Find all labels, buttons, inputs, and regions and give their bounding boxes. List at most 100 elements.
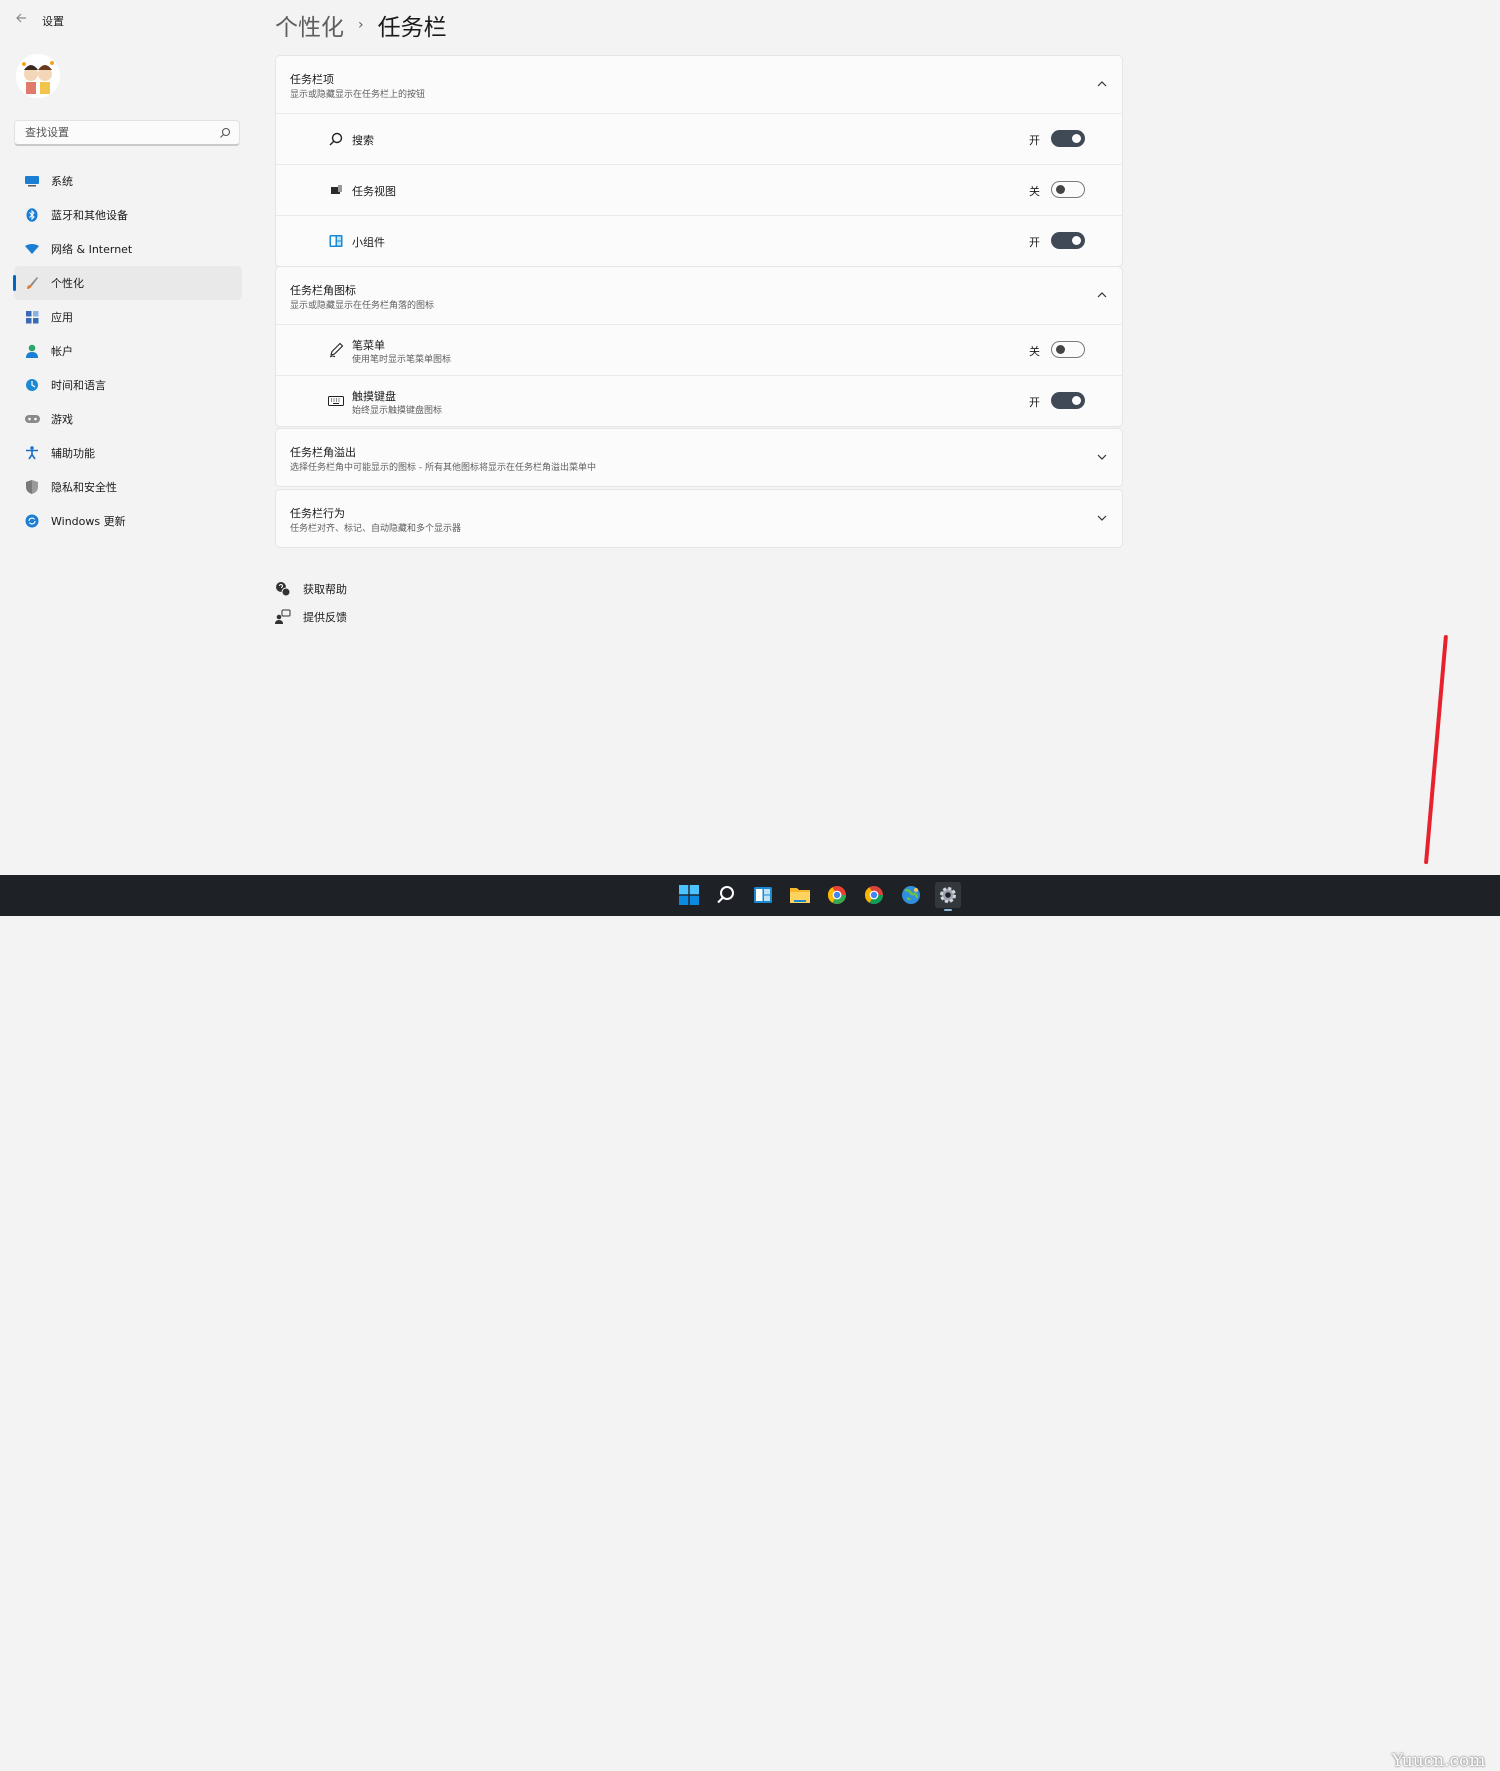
sidebar-item-label: Windows 更新 [51,515,126,528]
game-icon [24,411,40,427]
sidebar-item-system[interactable]: 系统 [14,164,242,198]
keyboard-icon [328,396,344,406]
sidebar-item-accounts[interactable]: 帐户 [14,334,242,368]
search-icon [329,132,343,146]
accessibility-icon [24,445,40,461]
start-button[interactable] [676,882,702,908]
feedback-link[interactable]: 提供反馈 [275,603,347,631]
corner-overflow-card[interactable]: 任务栏角溢出 选择任务栏角中可能显示的图标 - 所有其他图标将显示在任务栏角溢出… [275,428,1123,487]
taskbar-items-card: 任务栏项 显示或隐藏显示在任务栏上的按钮 搜索 开 任务视图 关 小组件 开 [275,55,1123,267]
back-button[interactable] [12,11,30,29]
setting-label: 触摸键盘 [352,390,396,403]
search-icon [220,127,231,138]
taskbar-behaviors-header[interactable]: 任务栏行为 任务栏对齐、标记、自动隐藏和多个显示器 [276,490,1122,547]
windows-logo-icon [679,885,699,905]
toggle-state-text: 开 [1029,236,1040,249]
sidebar-item-windows-update[interactable]: Windows 更新 [14,504,242,538]
card-subtitle: 显示或隐藏显示在任务栏角落的图标 [290,301,435,311]
sidebar-item-personalization[interactable]: 个性化 [13,266,242,300]
settings-search[interactable] [14,120,240,146]
page-title: 任务栏 [377,15,447,41]
sidebar-item-label: 蓝牙和其他设备 [51,209,128,222]
setting-label: 任务视图 [352,185,396,198]
pen-menu-toggle[interactable] [1051,341,1085,358]
setting-row-widgets: 小组件 开 [276,215,1122,266]
setting-row-task-view: 任务视图 关 [276,164,1122,215]
taskbar-search-button[interactable] [713,882,739,908]
chrome-icon [865,886,883,905]
browser-icon [828,886,846,905]
search-toggle[interactable] [1051,130,1085,147]
time-language-icon [24,377,40,393]
avatar[interactable] [16,54,60,98]
setting-row-pen-menu: 笔菜单 使用笔时显示笔菜单图标 关 [276,324,1122,375]
help-icon [276,582,291,597]
task-view-toggle[interactable] [1051,181,1085,198]
sidebar-item-time-language[interactable]: 时间和语言 [14,368,242,402]
sidebar-item-label: 辅助功能 [51,447,95,460]
touch-keyboard-toggle[interactable] [1051,392,1085,409]
sidebar-item-label: 隐私和安全性 [51,481,117,494]
taskbar: Yuucn.com [0,875,1500,1771]
corner-icons-card: 任务栏角图标 显示或隐藏显示在任务栏角落的图标 笔菜单 使用笔时显示笔菜单图标 … [275,266,1123,427]
sidebar-item-label: 帐户 [51,345,73,358]
setting-description: 始终显示触摸键盘图标 [352,406,443,416]
settings-window: 设置 系统 蓝牙和其他设备 网络 & Inte [0,0,1500,875]
search-input[interactable] [23,125,217,140]
widgets-icon [754,887,772,903]
sidebar-item-gaming[interactable]: 游戏 [14,402,242,436]
toggle-state-text: 关 [1029,185,1040,198]
taskbar-behaviors-card[interactable]: 任务栏行为 任务栏对齐、标记、自动隐藏和多个显示器 [275,489,1123,548]
chevron-up-icon [1097,292,1107,298]
account-icon [24,343,40,359]
setting-description: 使用笔时显示笔菜单图标 [352,355,452,365]
card-title: 任务栏项 [290,73,334,86]
sidebar-item-label: 游戏 [51,413,73,426]
toggle-state-text: 开 [1029,134,1040,147]
sidebar-item-label: 应用 [51,311,73,324]
chevron-down-icon [1097,454,1107,460]
browser-button-1[interactable] [824,882,850,908]
apps-icon [24,309,40,325]
taskbar-items-header[interactable]: 任务栏项 显示或隐藏显示在任务栏上的按钮 [276,56,1122,113]
system-icon [24,173,40,189]
sidebar-nav: 系统 蓝牙和其他设备 网络 & Internet 个性化 应用 帐户 时间和语言 [13,164,242,538]
get-help-link[interactable]: 获取帮助 [275,575,347,603]
sidebar-item-privacy[interactable]: 隐私和安全性 [14,470,242,504]
pen-icon [329,342,344,358]
wifi-icon [24,241,40,257]
avatar-image [16,54,60,98]
chevron-up-icon [1097,81,1107,87]
sidebar-item-accessibility[interactable]: 辅助功能 [14,436,242,470]
corner-overflow-header[interactable]: 任务栏角溢出 选择任务栏角中可能显示的图标 - 所有其他图标将显示在任务栏角溢出… [276,429,1122,486]
sidebar-item-bluetooth[interactable]: 蓝牙和其他设备 [14,198,242,232]
link-label: 获取帮助 [303,583,347,596]
watermark: Yuucn.com [1392,1751,1486,1771]
card-title: 任务栏行为 [290,507,345,520]
shield-icon [24,479,40,495]
globe-app-button[interactable] [898,882,924,908]
sidebar-item-apps[interactable]: 应用 [14,300,242,334]
breadcrumb-separator: › [358,17,364,33]
task-view-icon [331,185,342,194]
folder-icon [790,888,810,903]
chrome-button[interactable] [861,882,887,908]
taskbar-icons [676,882,972,911]
app-title: 设置 [42,15,64,28]
setting-row-touch-keyboard: 触摸键盘 始终显示触摸键盘图标 开 [276,375,1122,426]
bluetooth-icon [24,207,40,223]
search-icon [717,886,734,904]
annotation-stroke [1423,634,1448,865]
settings-app-button[interactable] [935,882,961,911]
widgets-toggle[interactable] [1051,232,1085,249]
breadcrumb-parent[interactable]: 个性化 [275,8,344,42]
widgets-icon [329,235,343,247]
chevron-down-icon [1097,515,1107,521]
globe-icon [902,886,920,904]
sidebar-item-network[interactable]: 网络 & Internet [14,232,242,266]
setting-label: 搜索 [352,134,374,147]
corner-icons-header[interactable]: 任务栏角图标 显示或隐藏显示在任务栏角落的图标 [276,267,1122,324]
taskbar-widgets-button[interactable] [750,882,776,908]
setting-label: 小组件 [352,236,385,249]
file-explorer-button[interactable] [787,882,813,908]
